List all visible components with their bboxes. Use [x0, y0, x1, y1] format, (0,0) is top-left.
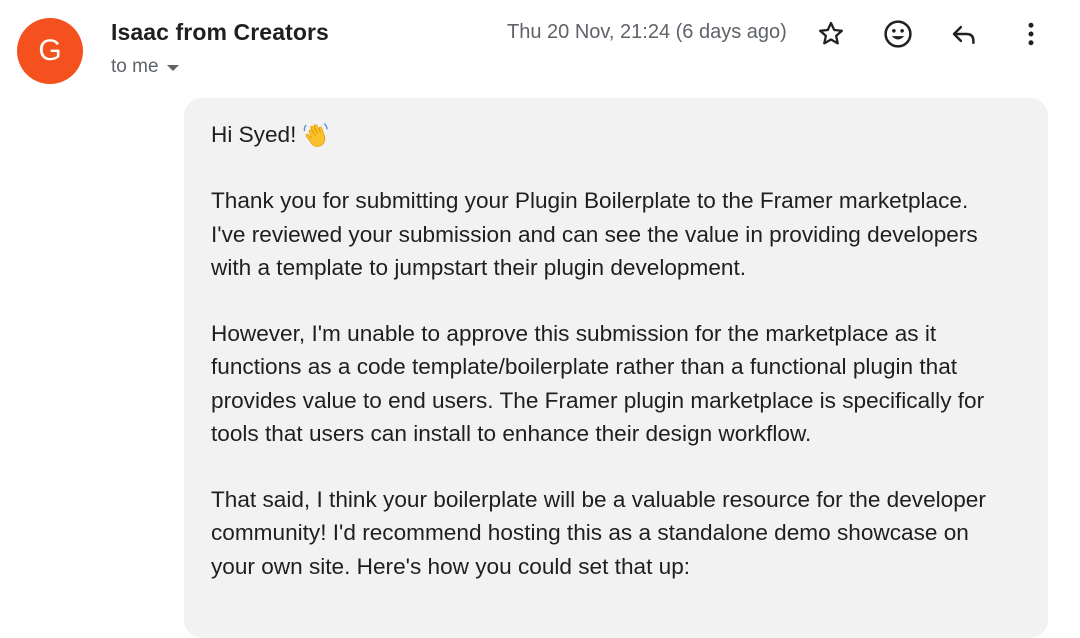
recipient-label: to me [111, 56, 159, 77]
waving-hand-icon [304, 122, 329, 147]
add-reaction-button[interactable] [880, 16, 916, 52]
paragraph-line: That said, I think your boilerplate will… [211, 487, 986, 513]
message-timestamp: Thu 20 Nov, 21:24 (6 days ago) [507, 21, 787, 43]
paragraph-3: That said, I think your boilerplate will… [211, 483, 1022, 583]
paragraph-line: provides value to end users. The Framer … [211, 387, 985, 413]
email-header: G Isaac from Creators to me Thu 20 Nov, … [0, 0, 1080, 96]
paragraph-1: Thank you for submitting your Plugin Boi… [211, 184, 1022, 284]
star-icon [819, 21, 843, 45]
reply-icon [952, 25, 975, 44]
sender-name[interactable]: Isaac from Creators [111, 19, 329, 46]
sender-avatar[interactable]: G [17, 18, 83, 84]
greeting-text: Hi Syed! [211, 122, 297, 147]
paragraph-line: I've reviewed your submission and can se… [211, 221, 978, 247]
reply-button[interactable] [946, 16, 982, 52]
caret-down-icon [166, 65, 179, 71]
paragraph-line: Thank you for submitting your Plugin Boi… [211, 188, 969, 214]
more-vert-icon [1028, 22, 1034, 46]
emoji-icon [884, 20, 912, 48]
paragraph-2: However, I'm unable to approve this subm… [211, 317, 1022, 450]
paragraph-line: However, I'm unable to approve this subm… [211, 321, 937, 347]
paragraph-line: functions as a code template/boilerplate… [211, 354, 958, 380]
message-body: Hi Syed! Thank you for submitting your P… [184, 98, 1048, 638]
paragraph-line: tools that users can install to enhance … [211, 420, 812, 446]
paragraph-line: community! I'd recommend hosting this as… [211, 520, 969, 546]
paragraph-line: your own site. Here's how you could set … [211, 553, 691, 579]
paragraph-line: with a template to jumpstart their plugi… [211, 254, 747, 280]
avatar-letter: G [38, 34, 62, 67]
recipient-details-toggle[interactable]: to me [111, 56, 179, 78]
greeting-line: Hi Syed! [211, 118, 1022, 151]
more-options-button[interactable] [1013, 16, 1049, 52]
star-button[interactable] [813, 16, 849, 52]
